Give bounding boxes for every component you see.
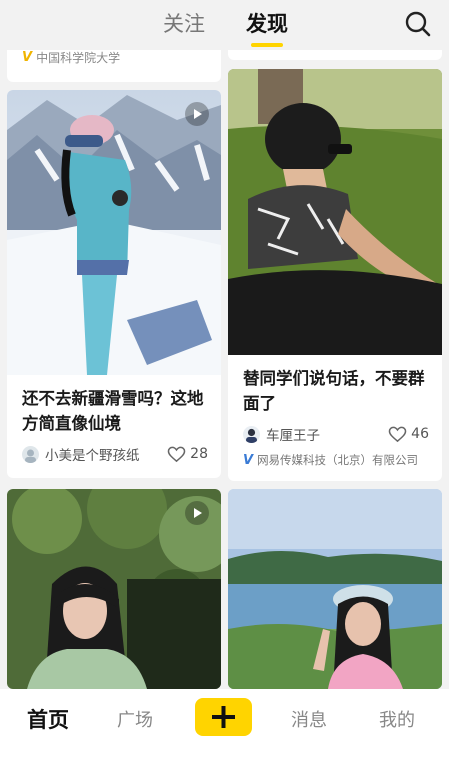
- nav-home[interactable]: 首页: [27, 704, 69, 734]
- organization-name: 网易传媒科技（北京）有限公司: [257, 453, 419, 467]
- feed-card[interactable]: [228, 489, 442, 689]
- post-meta: 车厘王子 46: [243, 424, 429, 444]
- create-post-button[interactable]: [195, 698, 252, 736]
- feed-card[interactable]: [7, 489, 221, 689]
- avatar[interactable]: [243, 425, 260, 443]
- tab-follow[interactable]: 关注: [163, 10, 205, 38]
- post-title[interactable]: 还不去新疆滑雪吗？这地方简直像仙境: [22, 386, 212, 436]
- like-count: 46: [411, 426, 429, 442]
- post-meta: 小美是个野孩纸 28: [22, 444, 208, 464]
- author-organization: V 网易传媒科技（北京）有限公司: [243, 452, 418, 468]
- heart-icon: [388, 426, 407, 442]
- post-image: [228, 69, 442, 355]
- source-name: 中国科学院大学: [36, 51, 121, 65]
- author-name[interactable]: 车厘王子: [266, 424, 388, 444]
- nav-messages[interactable]: 消息: [291, 706, 327, 732]
- video-indicator-icon: [185, 501, 209, 525]
- post-image: [7, 90, 221, 375]
- feed-card[interactable]: 替同学们说句话，不要群面了 车厘王子 46 V 网易传媒科技（北京）有限公司: [228, 69, 442, 481]
- verified-badge: V: [243, 452, 254, 468]
- top-header: 关注 发现: [0, 0, 449, 50]
- heart-icon: [167, 446, 186, 462]
- tab-discover[interactable]: 发现: [246, 10, 288, 38]
- active-tab-indicator: [251, 43, 283, 47]
- post-image: [228, 489, 442, 689]
- like-button[interactable]: 46: [388, 426, 429, 443]
- source-row: V 中国科学院大学: [22, 49, 120, 66]
- search-icon[interactable]: [404, 10, 432, 38]
- feed-card[interactable]: 还不去新疆滑雪吗？这地方简直像仙境 小美是个野孩纸 28: [7, 90, 221, 478]
- author-name[interactable]: 小美是个野孩纸: [45, 444, 167, 464]
- video-indicator-icon: [185, 102, 209, 126]
- like-button[interactable]: 28: [167, 446, 208, 463]
- like-count: 28: [190, 446, 208, 462]
- nav-profile[interactable]: 我的: [379, 706, 415, 732]
- avatar[interactable]: [22, 445, 39, 463]
- verified-badge: V: [22, 50, 33, 65]
- bottom-navigation: 首页 广场 消息 我的: [0, 689, 449, 766]
- nav-plaza[interactable]: 广场: [117, 706, 153, 732]
- post-title[interactable]: 替同学们说句话，不要群面了: [243, 366, 433, 416]
- plus-icon: [212, 706, 235, 728]
